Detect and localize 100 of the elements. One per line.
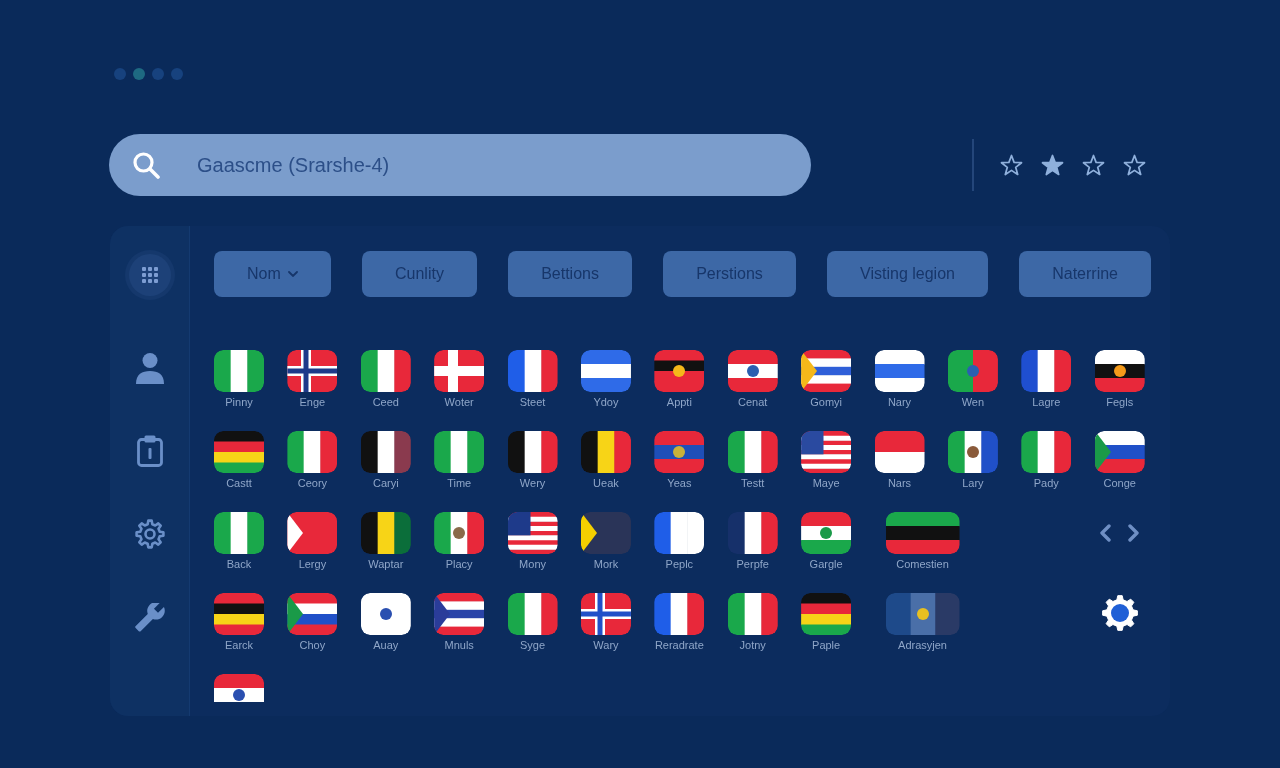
- flag-icon: [507, 512, 558, 554]
- flag-icon: [214, 674, 264, 702]
- flag-item[interactable]: Placy: [427, 512, 492, 571]
- page-dot-icon[interactable]: [133, 68, 145, 80]
- flag-item[interactable]: Mony: [500, 512, 565, 571]
- flag-item[interactable]: Maye: [794, 431, 859, 490]
- flag-item[interactable]: Back: [207, 512, 271, 571]
- flag-item[interactable]: Caryi: [353, 431, 418, 490]
- flag-item[interactable]: Time: [427, 431, 492, 490]
- flag-item[interactable]: Gomyi: [794, 350, 859, 409]
- flag-item[interactable]: Lary: [940, 431, 1005, 490]
- flag-item[interactable]: Fegls: [1087, 350, 1152, 409]
- star-icon[interactable]: [1000, 153, 1023, 177]
- flag-item[interactable]: Ceed: [353, 350, 418, 409]
- flag-icon: [1094, 431, 1145, 473]
- flag-icon: [947, 350, 998, 392]
- grid-icon: [141, 267, 158, 283]
- flag-item[interactable]: Steet: [500, 350, 565, 409]
- flag-item[interactable]: Mork: [573, 512, 638, 571]
- flag-item[interactable]: Conge: [1087, 431, 1152, 490]
- page-dot-icon[interactable]: [171, 68, 183, 80]
- flag-item[interactable]: Wen: [940, 350, 1005, 409]
- gear-icon: [134, 519, 165, 549]
- flag-icon: [434, 350, 485, 392]
- flag-icon: [654, 431, 705, 473]
- flag-item[interactable]: Enge: [280, 350, 345, 409]
- flag-item[interactable]: Yeas: [647, 431, 712, 490]
- flag-item[interactable]: Appti: [647, 350, 712, 409]
- flag-icon: [654, 593, 705, 635]
- flag-icon: [287, 593, 338, 635]
- flag-item[interactable]: Peplc: [647, 512, 712, 571]
- flag-icon: [360, 593, 411, 635]
- flag-icon: [360, 512, 411, 554]
- flag-item[interactable]: Woter: [427, 350, 492, 409]
- caret-icon: [287, 271, 298, 277]
- flag-icon: [947, 431, 998, 473]
- flag-item[interactable]: Ydoy: [573, 350, 638, 409]
- flag-icon: [801, 512, 852, 554]
- flag-icon: [801, 593, 852, 635]
- flag-icon: [885, 593, 960, 635]
- flag-item[interactable]: Adrasyjen: [885, 593, 960, 652]
- flag-item[interactable]: Wery: [500, 431, 565, 490]
- flag-item[interactable]: Pinny: [207, 350, 271, 409]
- flag-item[interactable]: Paple: [794, 593, 859, 652]
- flag-item[interactable]: Jotny: [720, 593, 785, 652]
- flag-item[interactable]: Choy: [280, 593, 345, 652]
- flag-item[interactable]: Earck: [207, 593, 271, 652]
- flag-item[interactable]: Wary: [573, 593, 638, 652]
- search-field[interactable]: Gaascme (Srarshe-4): [109, 134, 811, 196]
- flag-icon: [434, 512, 485, 554]
- flag-icon: [885, 512, 960, 554]
- flag-icon: [507, 593, 558, 635]
- flag-item[interactable]: Nars: [867, 431, 932, 490]
- flag-item[interactable]: Lagre: [1014, 350, 1079, 409]
- chevron-left-icon[interactable]: [1098, 524, 1111, 542]
- flag-icon: [287, 431, 338, 473]
- flag-icon: [214, 431, 264, 473]
- page-dot-icon[interactable]: [152, 68, 164, 80]
- star-icon[interactable]: [1123, 153, 1146, 177]
- flag-icon: [874, 350, 925, 392]
- flag-icon: [654, 512, 705, 554]
- flag-icon: [580, 431, 631, 473]
- flag-icon: [360, 350, 411, 392]
- person-icon: [134, 352, 165, 384]
- flag-item[interactable]: Lergy: [280, 512, 345, 571]
- flag-item[interactable]: Nary: [867, 350, 932, 409]
- star-icon[interactable]: [1082, 153, 1105, 177]
- flag-item[interactable]: Castt: [207, 431, 271, 490]
- flag-icon: [214, 350, 264, 392]
- flag-item[interactable]: Gargle: [794, 512, 859, 571]
- flag-icon: [580, 593, 631, 635]
- flag-item[interactable]: Reradrate: [647, 593, 712, 652]
- flag-icon: [801, 431, 852, 473]
- flag-icon: [507, 350, 558, 392]
- flag-icon: [801, 350, 852, 392]
- flag-item[interactable]: Cenat: [720, 350, 785, 409]
- gear-icon[interactable]: [1101, 595, 1138, 631]
- flag-item[interactable]: Mnuls: [427, 593, 492, 652]
- flag-item[interactable]: Auay: [353, 593, 418, 652]
- flag-item[interactable]: Syge: [500, 593, 565, 652]
- flag-icon: [654, 350, 705, 392]
- flag-icon: [1021, 431, 1072, 473]
- flag-item[interactable]: Ueak: [573, 431, 638, 490]
- flag-item[interactable]: Ceory: [280, 431, 345, 490]
- page-dot-icon[interactable]: [114, 68, 126, 80]
- star-icon[interactable]: [1041, 153, 1064, 177]
- apps-button[interactable]: [128, 254, 171, 296]
- flag-item[interactable]: Comestien: [885, 512, 960, 571]
- flag-item[interactable]: Waptar: [353, 512, 418, 571]
- flag-icon: [727, 512, 778, 554]
- chevron-right-icon[interactable]: [1127, 524, 1140, 542]
- wrench-icon: [134, 602, 165, 632]
- flag-item[interactable]: Perpfe: [720, 512, 785, 571]
- flag-icon: [287, 350, 338, 392]
- flag-icon: [1094, 350, 1145, 392]
- flag-icon: [507, 431, 558, 473]
- flag-icon: [360, 431, 411, 473]
- flag-item[interactable]: Testt: [720, 431, 785, 490]
- flag-icon: [434, 431, 485, 473]
- flag-item[interactable]: Pady: [1014, 431, 1079, 490]
